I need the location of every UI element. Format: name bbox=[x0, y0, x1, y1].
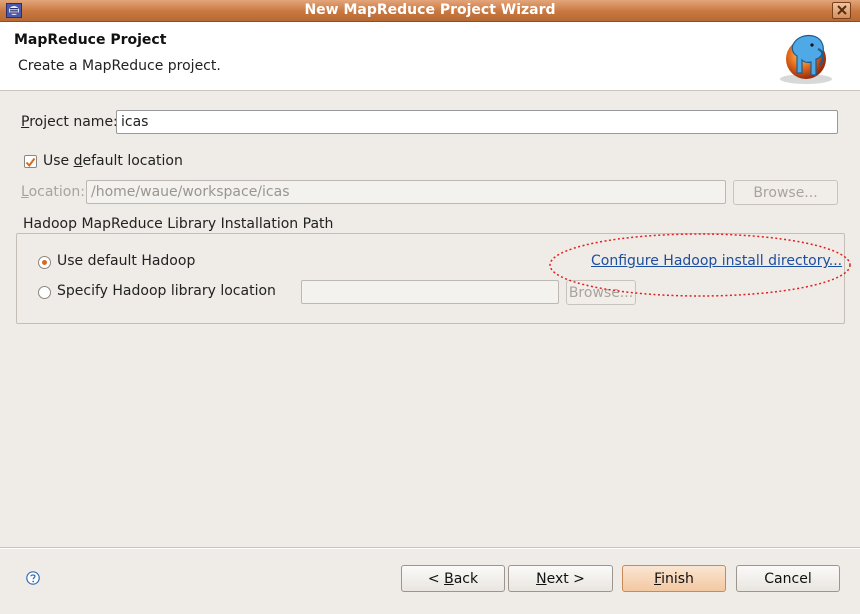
specify-hadoop-location-label[interactable]: Specify Hadoop library location bbox=[57, 283, 276, 299]
hadoop-library-location-input[interactable] bbox=[301, 280, 559, 304]
hadoop-elephant-logo-icon bbox=[780, 34, 832, 84]
title-bar[interactable]: New MapReduce Project Wizard bbox=[0, 0, 860, 22]
close-icon bbox=[836, 5, 847, 15]
close-window-button[interactable] bbox=[832, 2, 851, 19]
checkmark-icon bbox=[25, 157, 36, 168]
project-name-label-mnemonic: P bbox=[21, 114, 30, 130]
location-label: Location: bbox=[21, 184, 85, 200]
use-default-location-checkbox[interactable] bbox=[24, 155, 37, 168]
project-name-label: Project name: bbox=[21, 114, 118, 130]
back-button-pre: < bbox=[427, 570, 445, 587]
location-label-post: ocation: bbox=[28, 184, 85, 200]
use-default-location-label-mnemonic: d bbox=[73, 153, 83, 169]
finish-button-post: inish bbox=[661, 570, 694, 587]
cancel-button[interactable]: Cancel bbox=[736, 565, 840, 592]
project-name-input[interactable] bbox=[116, 110, 838, 134]
back-button[interactable]: < Back bbox=[401, 565, 505, 592]
use-default-location-label[interactable]: Use default location bbox=[43, 153, 183, 169]
use-default-location-label-post: efault location bbox=[82, 153, 183, 169]
use-default-location-label-pre: Use bbox=[43, 153, 74, 169]
wizard-window: New MapReduce Project Wizard MapReduce P… bbox=[0, 0, 860, 614]
project-name-label-post: roject name: bbox=[29, 114, 118, 130]
help-icon[interactable] bbox=[26, 571, 40, 585]
page-description: Create a MapReduce project. bbox=[18, 58, 221, 74]
next-button-mnemonic: N bbox=[536, 570, 547, 587]
back-button-post: ack bbox=[453, 570, 479, 587]
next-button[interactable]: Next > bbox=[508, 565, 613, 592]
use-default-hadoop-label[interactable]: Use default Hadoop bbox=[57, 253, 195, 269]
location-browse-button[interactable]: Browse... bbox=[733, 180, 838, 205]
footer-separator-highlight bbox=[0, 548, 860, 549]
use-default-hadoop-radio[interactable] bbox=[38, 256, 51, 269]
finish-button[interactable]: Finish bbox=[622, 565, 726, 592]
page-title: MapReduce Project bbox=[14, 32, 167, 48]
radio-selected-dot bbox=[42, 260, 47, 265]
next-button-post: ext > bbox=[546, 570, 585, 587]
window-title: New MapReduce Project Wizard bbox=[304, 2, 556, 18]
hadoop-library-group-title: Hadoop MapReduce Library Installation Pa… bbox=[20, 216, 337, 232]
back-button-mnemonic: B bbox=[444, 570, 454, 587]
annotation-highlight-ellipse bbox=[549, 233, 851, 297]
location-label-mnemonic: L bbox=[21, 184, 29, 200]
wizard-header: MapReduce Project Create a MapReduce pro… bbox=[0, 22, 860, 91]
specify-hadoop-location-radio[interactable] bbox=[38, 286, 51, 299]
location-input[interactable] bbox=[86, 180, 726, 204]
